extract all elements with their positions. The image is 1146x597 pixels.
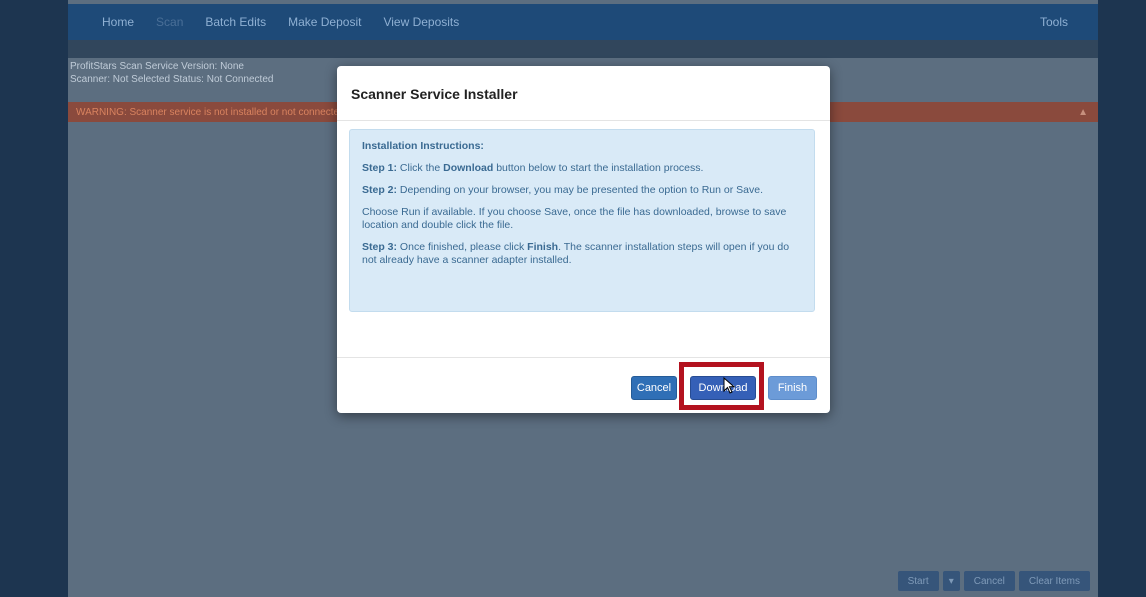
instructions-panel: Installation Instructions: Step 1: Click… xyxy=(349,129,815,312)
service-version-text: ProfitStars Scan Service Version: None xyxy=(70,61,244,72)
modal-title: Scanner Service Installer xyxy=(351,86,518,102)
download-highlight-box xyxy=(679,362,764,410)
modal-footer-divider xyxy=(337,357,830,358)
outer-frame-right xyxy=(1098,0,1146,597)
step-1: Step 1: Click the Download button below … xyxy=(362,162,802,175)
nav-make-deposit[interactable]: Make Deposit xyxy=(288,15,361,29)
cancel-button[interactable]: Cancel xyxy=(631,376,677,400)
close-icon[interactable]: ▲ xyxy=(1078,107,1088,118)
nav-tools[interactable]: Tools xyxy=(1040,15,1068,29)
step-2-label: Step 2: xyxy=(362,184,398,196)
step-2: Step 2: Depending on your browser, you m… xyxy=(362,184,802,197)
modal-header-divider xyxy=(337,120,830,121)
scanner-installer-modal: Scanner Service Installer Installation I… xyxy=(337,66,830,413)
nav-view-deposits[interactable]: View Deposits xyxy=(383,15,459,29)
nav-batch-edits[interactable]: Batch Edits xyxy=(205,15,266,29)
step-1-label: Step 1: xyxy=(362,162,398,174)
instructions-title: Installation Instructions: xyxy=(362,140,484,152)
nav-home[interactable]: Home xyxy=(102,15,134,29)
finish-button[interactable]: Finish xyxy=(768,376,817,400)
step-3-label: Step 3: xyxy=(362,241,398,253)
bottom-toolbar: Start ▾ Cancel Clear Items xyxy=(897,571,1090,591)
step-1-text: Click the xyxy=(397,162,444,174)
scanner-status-text: Scanner: Not Selected Status: Not Connec… xyxy=(70,74,274,85)
scanner-status: ProfitStars Scan Service Version: None S… xyxy=(70,60,273,86)
clear-items-button[interactable]: Clear Items xyxy=(1018,571,1090,591)
step-1-download-word: Download xyxy=(443,162,494,174)
nav-divider xyxy=(68,40,1098,58)
error-alert-text: WARNING: Scanner service is not installe… xyxy=(76,106,348,118)
cancel-scan-button[interactable]: Cancel xyxy=(963,571,1015,591)
start-button[interactable]: Start xyxy=(897,571,939,591)
start-dropdown-button[interactable]: ▾ xyxy=(942,571,960,591)
step-3-finish-word: Finish xyxy=(527,241,559,253)
choose-run-text: Choose Run if available. If you choose S… xyxy=(362,206,787,231)
step-3-text: Once finished, please click xyxy=(397,241,528,253)
step-3: Step 3: Once finished, please click Fini… xyxy=(362,241,802,267)
outer-frame-left xyxy=(0,0,68,597)
mouse-cursor-icon xyxy=(723,377,736,394)
nav-scan[interactable]: Scan xyxy=(156,15,183,29)
step-1-text-end: button below to start the installation p… xyxy=(493,162,704,174)
step-2-text: Depending on your browser, you may be pr… xyxy=(397,184,763,196)
top-navbar: Home Scan Batch Edits Make Deposit View … xyxy=(68,4,1098,40)
